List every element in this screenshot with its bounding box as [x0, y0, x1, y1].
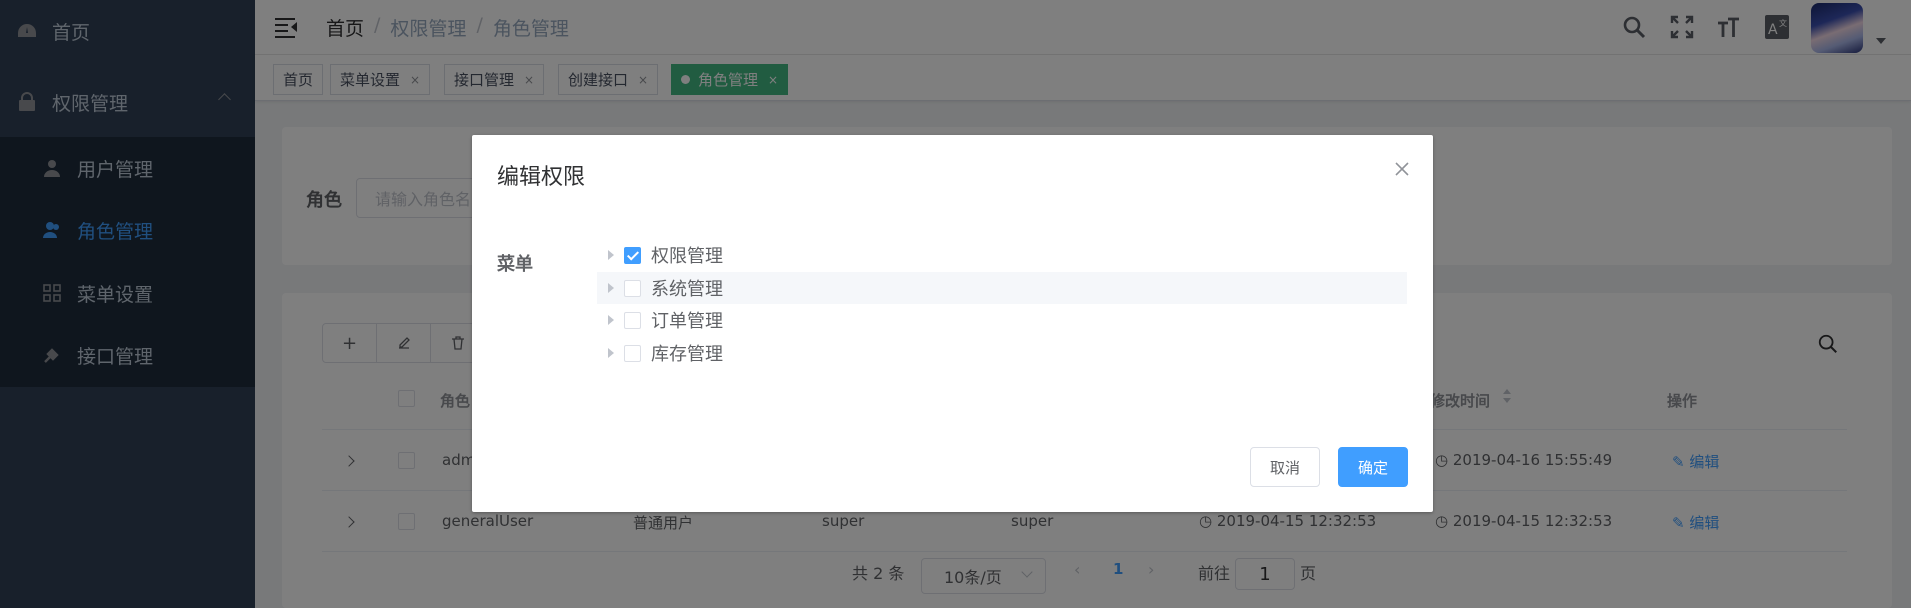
caret-right-icon[interactable] [608, 315, 614, 325]
tree-node[interactable]: 库存管理 [597, 337, 1407, 369]
close-icon[interactable] [1393, 161, 1411, 179]
cancel-button[interactable]: 取消 [1250, 447, 1320, 487]
menu-field-label: 菜单 [497, 254, 533, 275]
caret-right-icon[interactable] [608, 283, 614, 293]
tree-node-label: 库存管理 [651, 344, 723, 365]
tree-checkbox[interactable] [624, 279, 641, 297]
tree-checkbox[interactable] [624, 344, 641, 362]
edit-permission-dialog: 编辑权限 菜单 权限管理 系统管理 订单管理 库存管理 取消 确定 [472, 135, 1433, 512]
tree-node-label: 订单管理 [651, 311, 723, 332]
tree-checkbox[interactable] [624, 311, 641, 329]
dialog-title: 编辑权限 [497, 165, 586, 190]
tree-checkbox[interactable] [624, 246, 641, 264]
tree-node[interactable]: 系统管理 [597, 272, 1407, 304]
tree-node-label: 系统管理 [651, 279, 723, 300]
tree-node[interactable]: 权限管理 [597, 239, 1407, 271]
confirm-button[interactable]: 确定 [1338, 447, 1408, 487]
tree-node-label: 权限管理 [651, 246, 723, 267]
tree-node[interactable]: 订单管理 [597, 304, 1407, 336]
caret-right-icon[interactable] [608, 348, 614, 358]
caret-right-icon[interactable] [608, 250, 614, 260]
